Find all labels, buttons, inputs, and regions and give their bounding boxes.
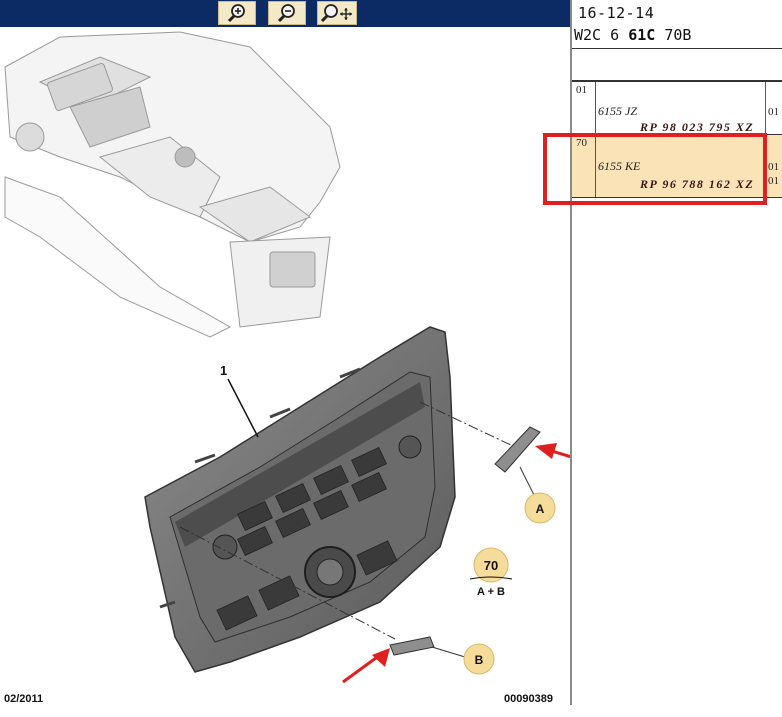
trim-piece-a	[494, 426, 541, 498]
model-code: W2C 6	[574, 26, 620, 44]
header-model: W2C 6 61C 70B	[574, 26, 691, 44]
zoom-move-icon	[320, 4, 352, 23]
header-date: 16-12-14	[578, 4, 655, 22]
zoom-in-icon	[227, 4, 245, 23]
part-quantity-2: 01	[768, 175, 779, 187]
part-number-label: 1	[220, 363, 227, 378]
part-quantity: 01	[768, 161, 779, 173]
footer-date: 02/2011	[4, 693, 44, 705]
part-quantity: 01	[768, 106, 779, 118]
badge-70-sublabel: A + B	[477, 586, 505, 598]
toolbar	[0, 0, 570, 27]
pan-zoom-button[interactable]	[317, 1, 357, 25]
model-bold-code: 61C	[628, 26, 656, 44]
zoom-out-icon	[277, 4, 295, 23]
zoom-out-button[interactable]	[268, 1, 306, 25]
red-arrow-b	[342, 648, 390, 684]
trim-piece-b	[389, 636, 466, 658]
control-panel	[144, 326, 456, 673]
zoom-in-button[interactable]	[218, 1, 256, 25]
red-arrow-a	[535, 443, 570, 459]
badge-70-label: 70	[484, 558, 498, 573]
car-interior-drawing	[4, 31, 341, 338]
callout-a-label: A	[536, 502, 545, 516]
header-rule	[572, 48, 782, 49]
callout-b-label: B	[475, 653, 484, 667]
diagram-panel: 1 A B 70 A + B 02/2011 00090389	[0, 0, 570, 705]
parts-list-panel: 16-12-14 W2C 6 61C 70B 01 6155 JZ RP 98 …	[572, 0, 782, 705]
part-code: 6155 JZ	[598, 104, 637, 118]
part-row-01[interactable]: 01 6155 JZ RP 98 023 795 XZ 01	[572, 82, 782, 134]
highlight-box	[543, 133, 767, 205]
part-row-number: 01	[576, 84, 587, 96]
model-suffix: 70B	[664, 26, 692, 44]
parts-diagram: 1 A B 70 A + B	[4, 31, 570, 684]
footer-reference: 00090389	[504, 693, 553, 705]
